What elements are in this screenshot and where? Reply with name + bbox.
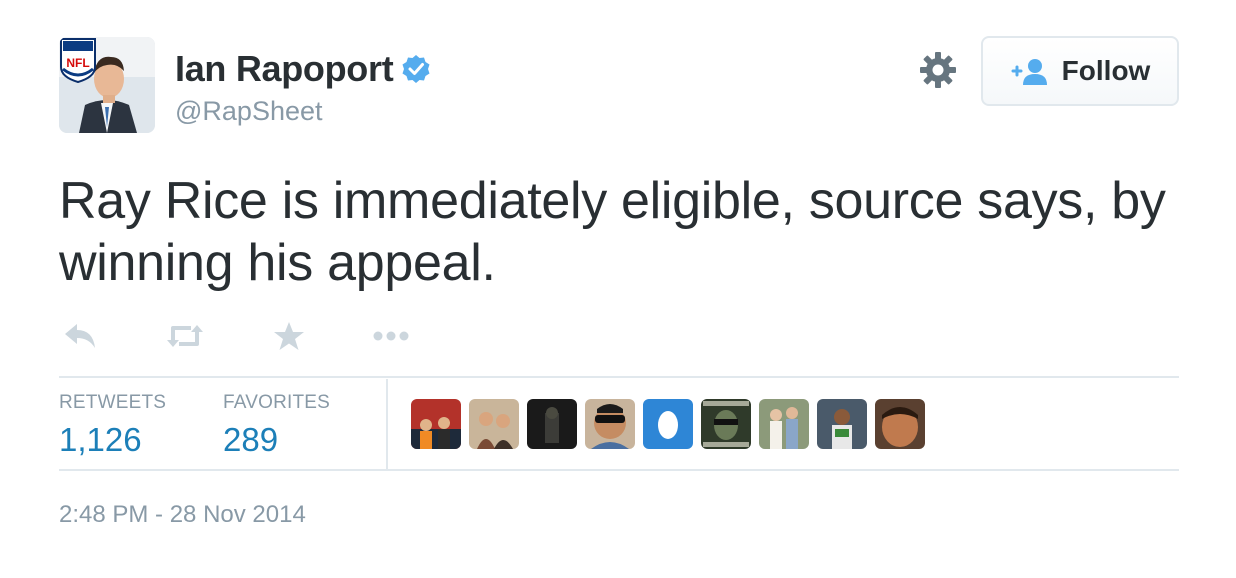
tweet-text: Ray Rice is immediately eligible, source… xyxy=(59,172,1166,292)
follow-button-label: Follow xyxy=(1061,55,1151,86)
gear-icon[interactable] xyxy=(918,50,958,90)
follow-button[interactable]: Follow xyxy=(981,36,1179,106)
retweets-stat[interactable]: RETWEETS 1,126 xyxy=(59,392,166,460)
avatar[interactable]: NFL xyxy=(59,37,155,133)
favorites-stat[interactable]: FAVORITES 289 xyxy=(223,392,330,460)
author-handle[interactable]: @RapSheet xyxy=(175,94,431,128)
tweet-timestamp[interactable]: 2:48 PM - 28 Nov 2014 xyxy=(59,500,306,530)
favoriter-avatar[interactable] xyxy=(701,399,751,449)
favorites-label: FAVORITES xyxy=(223,392,331,413)
author-name-row[interactable]: Ian Rapoport xyxy=(175,46,431,92)
verified-badge-icon xyxy=(402,55,430,83)
nfl-badge-text: NFL xyxy=(66,56,89,70)
retweets-count: 1,126 xyxy=(59,421,142,458)
favoriters-list xyxy=(411,399,933,449)
nfl-shield-icon: NFL xyxy=(60,38,96,83)
favoriter-avatar[interactable] xyxy=(817,399,867,449)
stats-bottom-divider xyxy=(59,469,1179,471)
favoriter-avatar[interactable] xyxy=(875,399,925,449)
more-icon[interactable] xyxy=(373,331,409,341)
reply-icon[interactable] xyxy=(63,322,97,350)
author-name[interactable]: Ian Rapoport xyxy=(175,46,394,92)
tweet-actions xyxy=(59,316,409,356)
author-block: Ian Rapoport @RapSheet xyxy=(175,46,431,128)
stats-vertical-divider xyxy=(386,379,388,471)
favoriter-avatar[interactable] xyxy=(643,399,693,449)
favorites-count: 289 xyxy=(223,421,279,458)
favoriter-avatar[interactable] xyxy=(411,399,461,449)
add-user-icon xyxy=(1011,59,1047,85)
favoriter-avatar[interactable] xyxy=(759,399,809,449)
favoriter-avatar[interactable] xyxy=(469,399,519,449)
stats-top-divider xyxy=(59,376,1179,378)
retweet-icon[interactable] xyxy=(165,322,205,350)
favoriter-avatar[interactable] xyxy=(585,399,635,449)
favoriter-avatar[interactable] xyxy=(527,399,577,449)
favorite-icon[interactable] xyxy=(273,321,305,351)
retweets-label: RETWEETS xyxy=(59,392,167,413)
